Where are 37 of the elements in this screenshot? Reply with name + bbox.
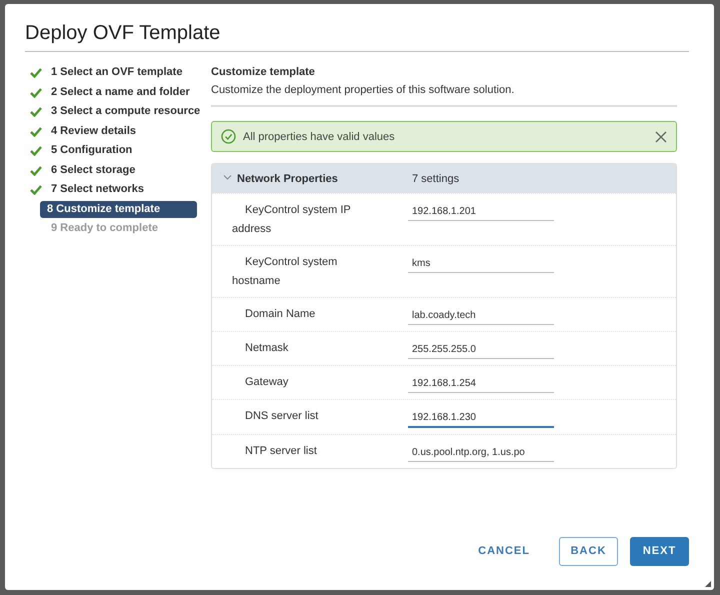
property-label: DNS server list <box>244 409 320 424</box>
page-description: Customize the deployment properties of this software solution. <box>211 83 514 97</box>
wizard-step[interactable]: 4 Review details <box>47 122 197 140</box>
property-label: KeyControl system IP address <box>232 203 352 237</box>
input-field[interactable]: 192.168.1.254 <box>408 372 554 393</box>
wizard-step[interactable]: 3 Select a compute resource <box>47 103 204 120</box>
wizard-step: 9 Ready to complete <box>47 220 197 238</box>
page-heading: Customize template <box>211 65 316 79</box>
group-title: Network Properties <box>237 172 339 184</box>
input-field[interactable]: 255.255.255.0 <box>408 338 554 359</box>
wizard-step[interactable]: 7 Select networks <box>47 181 197 198</box>
wizard-step[interactable]: 6 Select storage <box>47 162 197 179</box>
wizard-step[interactable]: 8 Customize template <box>40 200 197 218</box>
check-circle-icon <box>221 129 236 144</box>
close-button[interactable] <box>655 130 667 142</box>
property-label: Gateway <box>244 375 290 390</box>
input-field[interactable]: lab.coady.tech <box>408 304 554 325</box>
property-label: NTP server list <box>244 444 318 459</box>
input-field[interactable]: 192.168.1.230 <box>408 406 554 428</box>
cancel-button[interactable]: CANCEL <box>461 536 547 566</box>
property-label: Domain Name <box>244 307 316 322</box>
property-label: KeyControl system hostname <box>232 255 338 289</box>
back-button[interactable]: BACK <box>559 536 618 566</box>
input-field[interactable]: kms <box>408 252 554 273</box>
settings-count: 7 settings <box>412 172 460 184</box>
input-field[interactable]: 0.us.pool.ntp.org, 1.us.po <box>408 441 554 462</box>
alert-message: All properties have valid values <box>243 130 396 142</box>
close-icon <box>655 130 667 142</box>
resize-grip-icon <box>705 581 711 587</box>
next-button[interactable]: NEXT <box>630 536 689 566</box>
window-title: Deploy OVF Template <box>25 22 689 52</box>
property-label: Netmask <box>244 341 290 356</box>
wizard-step[interactable]: 5 Configuration <box>47 142 197 160</box>
wizard-step[interactable]: 1 Select an OVF template <box>47 64 197 82</box>
wizard-step[interactable]: 2 Select a name and folder <box>47 84 197 101</box>
input-field[interactable]: 192.168.1.201 <box>408 200 554 221</box>
group-header[interactable]: Network Properties 7 settings <box>212 164 676 193</box>
